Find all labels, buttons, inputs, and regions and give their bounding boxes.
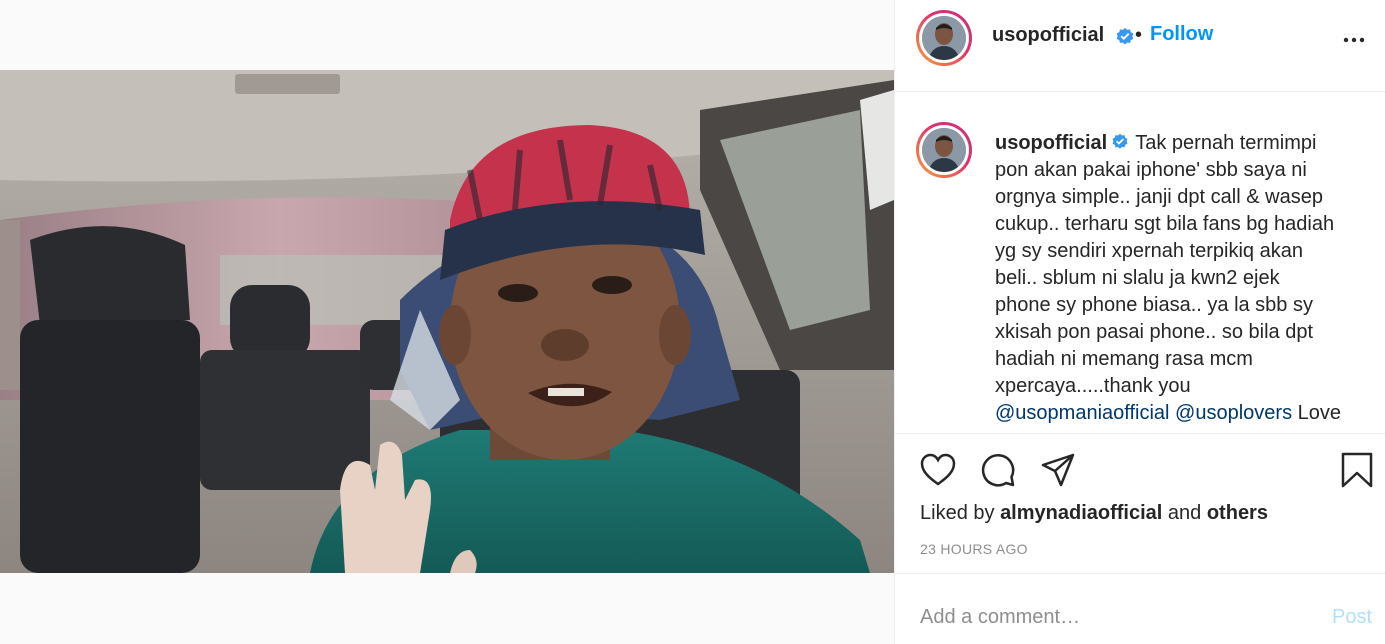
more-options-icon[interactable]	[1342, 28, 1366, 52]
mention-link[interactable]: @usoplovers	[1175, 402, 1292, 424]
comment-icon[interactable]	[980, 452, 1016, 488]
avatar-photo	[922, 128, 966, 172]
paper-plane-icon[interactable]	[1040, 452, 1076, 488]
mention-link[interactable]: @usopmaniaofficial	[995, 402, 1169, 424]
caption-line: xpercaya.....thank you	[995, 375, 1191, 397]
header-username-link[interactable]: usopofficial	[992, 24, 1104, 46]
post-timestamp[interactable]: 23 HOURS AGO	[920, 541, 1028, 557]
liked-by-user-link[interactable]: almynadiaofficial	[1000, 502, 1162, 524]
comment-input[interactable]	[920, 606, 1300, 629]
caption-username-link[interactable]: usopofficial	[995, 132, 1107, 154]
caption-text: usopofficial Tak pernah termimpi pon akan…	[995, 130, 1365, 427]
caption-line: Tak pernah termimpi	[1135, 132, 1317, 154]
caption-line: cukup.. terharu sgt bila fans bg hadiah	[995, 213, 1335, 235]
separator-dot: •	[1135, 24, 1143, 46]
verified-badge-icon	[1112, 133, 1128, 149]
caption-tail: Love	[1297, 402, 1342, 424]
video-frame	[0, 70, 894, 573]
heart-icon[interactable]	[920, 453, 956, 487]
avatar[interactable]	[916, 10, 972, 66]
post-comment-button[interactable]: Post	[1332, 606, 1372, 629]
post-header: usopofficial • Follow	[895, 0, 1385, 92]
caption-line: xkisah pon pasai phone.. so bila dpt	[995, 321, 1313, 343]
header-username-row: usopofficial	[992, 24, 1135, 47]
comment-bar: Post	[895, 574, 1385, 644]
caption-line: yg sy sendiri xpernah terpikiq akan	[995, 240, 1303, 262]
liked-by-text: Liked by almynadiaofficial and others	[920, 502, 1268, 524]
caption-line: phone sy phone biasa.. ya la sbb sy	[995, 294, 1313, 316]
bookmark-icon[interactable]	[1340, 451, 1374, 489]
caption-line: hadiah ni memang rasa mcm	[995, 348, 1253, 370]
caption-line: pon akan pakai iphone' sbb saya ni	[995, 159, 1307, 181]
caption-line: beli.. sblum ni slalu ja kwn2 ejek	[995, 267, 1280, 289]
caption-avatar[interactable]	[916, 122, 972, 178]
media-pane	[0, 0, 894, 644]
caption-area: usopofficial Tak pernah termimpi pon akan…	[895, 92, 1385, 434]
post-actions: Liked by almynadiaofficial and others 23…	[895, 434, 1385, 574]
post-video[interactable]	[0, 70, 894, 573]
avatar-photo	[922, 16, 966, 60]
follow-button[interactable]: Follow	[1150, 23, 1213, 46]
post-sidebar: usopofficial • Follow usopofficial Tak p…	[894, 0, 1385, 644]
caption-line: orgnya simple.. janji dpt call & wasep	[995, 186, 1323, 208]
liked-by-others-link[interactable]: others	[1207, 502, 1268, 524]
verified-badge-icon	[1116, 27, 1134, 44]
